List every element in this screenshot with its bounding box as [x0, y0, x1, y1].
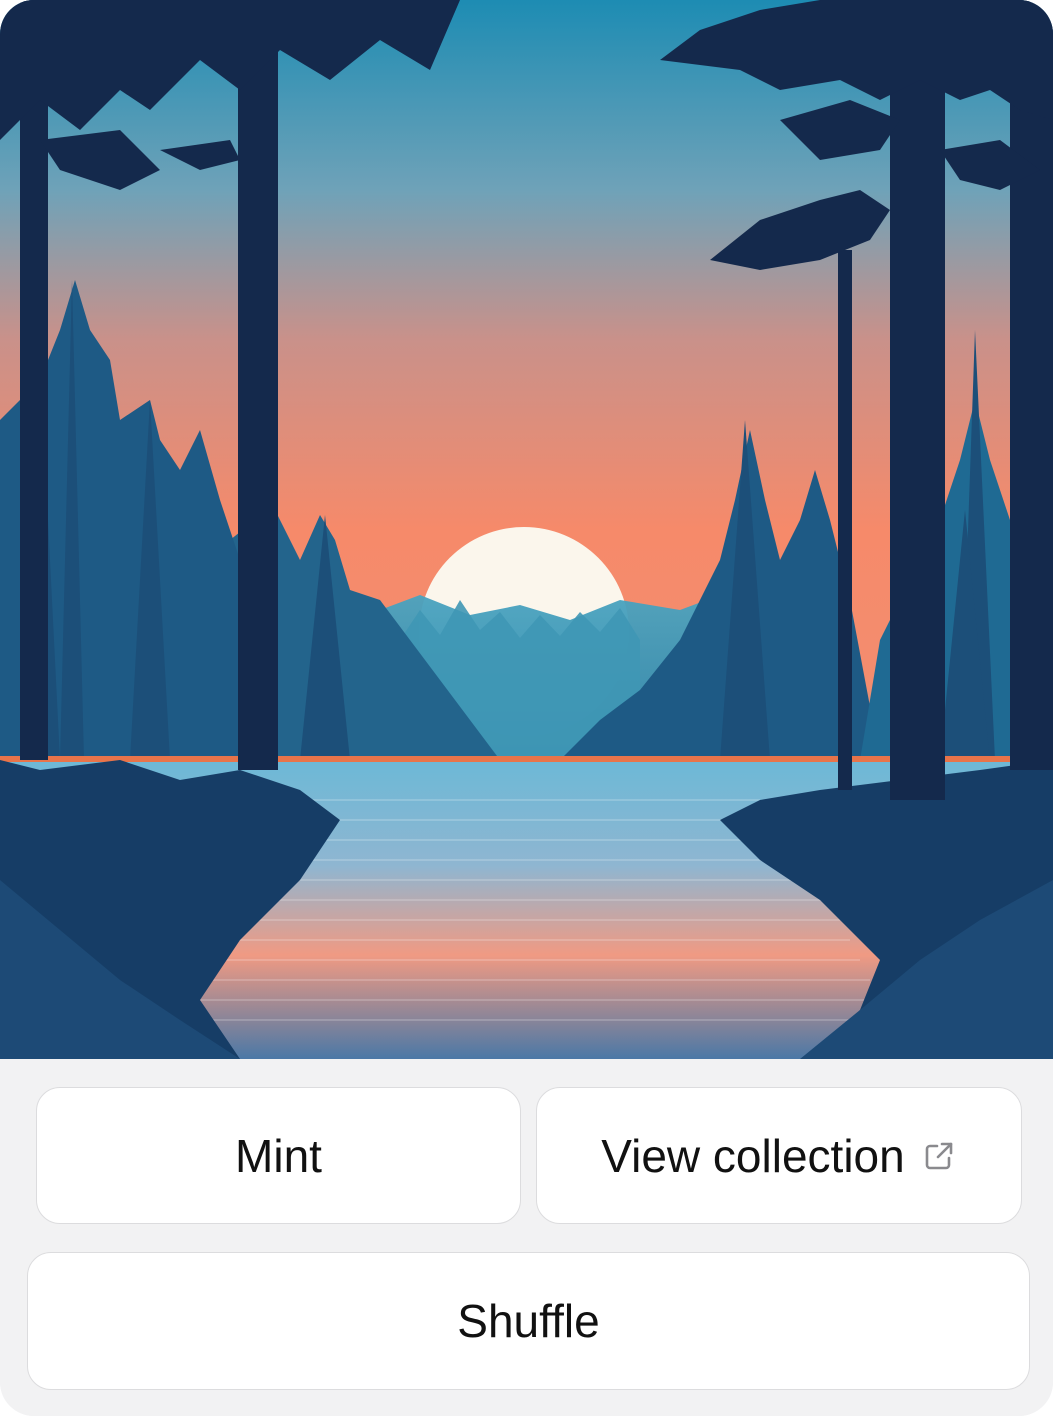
mint-button-label: Mint — [235, 1129, 322, 1182]
external-link-icon — [921, 1138, 957, 1174]
view-collection-button[interactable]: View collection — [536, 1087, 1022, 1224]
artwork-image — [0, 0, 1053, 1059]
shuffle-button[interactable]: Shuffle — [27, 1252, 1030, 1390]
view-collection-label: View collection — [601, 1129, 905, 1182]
action-panel: Mint View collection Shuffle — [0, 1059, 1053, 1416]
mint-button[interactable]: Mint — [36, 1087, 521, 1224]
shuffle-button-label: Shuffle — [457, 1295, 600, 1347]
nft-card: Mint View collection Shuffle — [0, 0, 1053, 1416]
